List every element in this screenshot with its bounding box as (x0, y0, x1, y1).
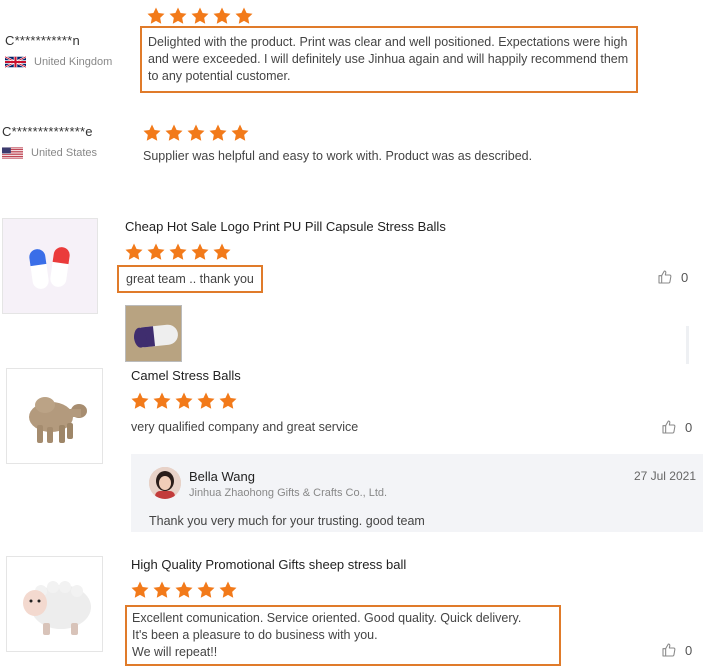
thumbs-up-icon (662, 643, 676, 657)
thumbs-up-icon (662, 420, 676, 434)
like-button[interactable]: 0 (657, 269, 688, 285)
rating-stars (124, 242, 232, 262)
avatar (149, 467, 181, 499)
like-count: 0 (685, 419, 693, 435)
star-icon (191, 243, 209, 260)
pill-capsule-image (3, 219, 97, 313)
star-icon (197, 392, 215, 409)
star-icon (165, 124, 183, 141)
thumbs-up-icon (658, 270, 672, 284)
reviewer-name: C***********n (5, 33, 80, 48)
review-comment-text: Delighted with the product. Print was cl… (148, 35, 629, 83)
star-icon (213, 243, 231, 260)
country-label: United Kingdom (34, 56, 113, 68)
product-thumbnail[interactable] (2, 218, 98, 314)
star-icon (175, 581, 193, 598)
star-icon (125, 243, 143, 260)
avatar-image (149, 467, 181, 499)
product-thumbnail[interactable] (6, 556, 103, 652)
rating-stars (146, 6, 254, 26)
review-comment: Excellent comunication. Service oriented… (125, 605, 561, 666)
like-button[interactable]: 0 (661, 642, 692, 658)
star-icon (235, 7, 253, 24)
star-icon (153, 581, 171, 598)
comment-line: Excellent comunication. Service oriented… (132, 611, 522, 625)
star-icon (143, 124, 161, 141)
review-comment: Delighted with the product. Print was cl… (140, 26, 638, 93)
review-comment: Supplier was helpful and easy to work wi… (143, 149, 533, 163)
star-icon (209, 124, 227, 141)
supplier-reply: Bella Wang Jinhua Zhaohong Gifts & Craft… (131, 454, 703, 532)
flag-uk-icon (5, 55, 26, 69)
rating-stars (130, 391, 238, 411)
star-icon (219, 581, 237, 598)
scroll-edge (686, 326, 689, 364)
star-icon (231, 124, 249, 141)
sheep-image (7, 557, 102, 651)
reviewer-name: C**************e (2, 124, 93, 139)
review-photo[interactable] (125, 305, 182, 362)
star-icon (191, 7, 209, 24)
review-comment: very qualified company and great service (131, 420, 359, 434)
product-title[interactable]: High Quality Promotional Gifts sheep str… (131, 557, 406, 572)
star-icon (169, 7, 187, 24)
star-icon (187, 124, 205, 141)
like-button[interactable]: 0 (661, 419, 692, 435)
star-icon (153, 392, 171, 409)
like-count: 0 (685, 642, 693, 658)
reply-author: Bella Wang (189, 469, 255, 484)
star-icon (131, 392, 149, 409)
review-comment: great team .. thank you (117, 265, 263, 293)
star-icon (219, 392, 237, 409)
capsule-photo-image (126, 306, 181, 361)
reply-text: Thank you very much for your trusting. g… (149, 514, 425, 528)
star-icon (147, 7, 165, 24)
star-icon (213, 7, 231, 24)
reply-company[interactable]: Jinhua Zhaohong Gifts & Crafts Co., Ltd. (189, 487, 387, 499)
star-icon (175, 392, 193, 409)
reply-date: 27 Jul 2021 (633, 469, 696, 483)
star-icon (197, 581, 215, 598)
product-title[interactable]: Cheap Hot Sale Logo Print PU Pill Capsul… (125, 219, 446, 234)
like-count: 0 (681, 269, 689, 285)
comment-line: It's been a pleasure to do business with… (132, 628, 378, 642)
star-icon (131, 581, 149, 598)
product-title[interactable]: Camel Stress Balls (131, 368, 241, 383)
comment-line: We will repeat!! (132, 645, 218, 659)
rating-stars (142, 123, 250, 143)
star-icon (169, 243, 187, 260)
reviewer-country: United States (2, 146, 97, 160)
camel-image (7, 369, 102, 463)
country-label: United States (31, 147, 98, 159)
star-icon (147, 243, 165, 260)
product-thumbnail[interactable] (6, 368, 103, 464)
reviewer-country: United Kingdom (5, 55, 112, 69)
rating-stars (130, 580, 238, 600)
flag-us-icon (2, 147, 23, 159)
